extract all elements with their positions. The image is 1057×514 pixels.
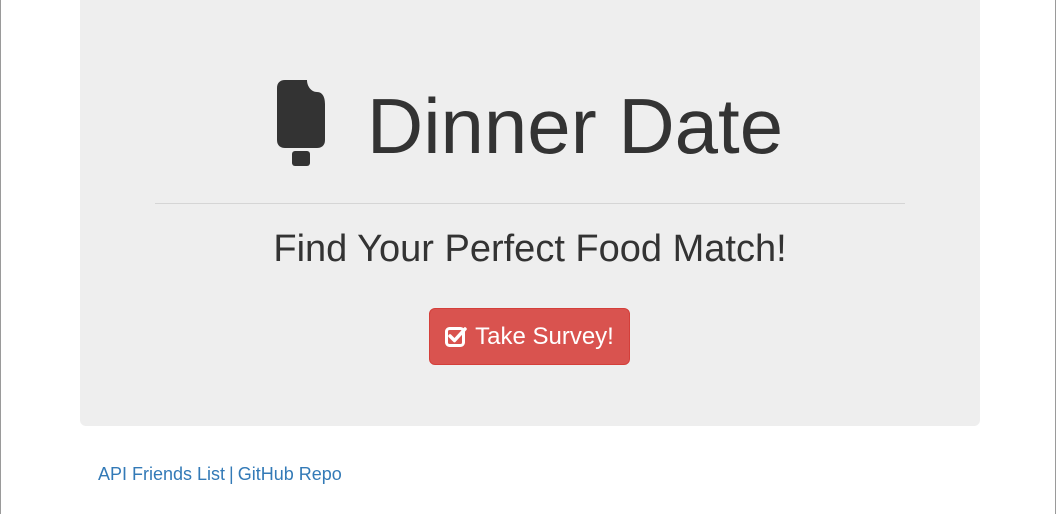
footer-separator: | (229, 464, 234, 484)
page-subtitle: Find Your Perfect Food Match! (273, 228, 787, 270)
popsicle-icon (276, 80, 325, 166)
github-repo-link[interactable]: GitHub Repo (238, 464, 342, 484)
page-frame: Dinner Date Find Your Perfect Food Match… (0, 0, 1056, 514)
footer: API Friends List | GitHub Repo (98, 464, 342, 485)
page-title: Dinner Date (366, 82, 784, 170)
take-survey-button[interactable]: Take Survey! (429, 308, 630, 365)
api-friends-list-link[interactable]: API Friends List (98, 464, 225, 484)
title-row: Dinner Date (80, 76, 980, 176)
check-square-icon (445, 326, 467, 347)
jumbotron: Dinner Date Find Your Perfect Food Match… (80, 0, 980, 426)
divider (155, 203, 905, 204)
take-survey-label: Take Survey! (475, 322, 614, 350)
